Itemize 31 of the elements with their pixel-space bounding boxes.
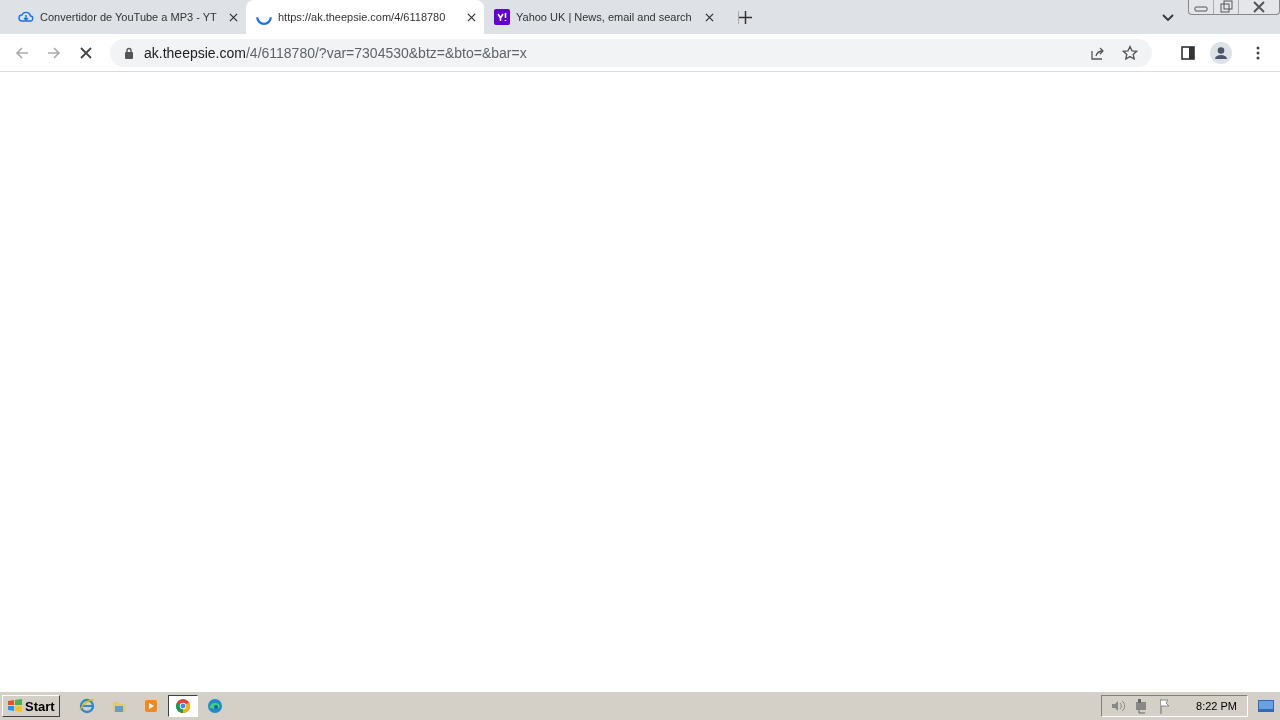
- close-icon[interactable]: [229, 12, 238, 22]
- lock-icon: [124, 46, 134, 59]
- star-icon[interactable]: [1122, 44, 1138, 61]
- address-bar[interactable]: ak.theepsie.com/4/6118780/?var=7304530&btz=&bto=&bar=x: [110, 38, 1152, 67]
- yahoo-logo-icon: [494, 9, 510, 25]
- loading-spinner-icon: [256, 15, 272, 25]
- url-text: ak.theepsie.com/4/6118780/?var=7304530&btz=&bto=&bar=x: [144, 44, 527, 61]
- clock-text: 8:22 PM: [1196, 700, 1237, 712]
- browser-tab[interactable]: Yahoo UK | News, email and search: [484, 0, 722, 34]
- windows-logo-icon: [7, 698, 23, 714]
- chevron-down-icon[interactable]: [1162, 14, 1174, 22]
- menu-icon[interactable]: [1256, 44, 1260, 61]
- side-panel-icon[interactable]: [1180, 44, 1196, 61]
- close-icon[interactable]: [467, 12, 476, 22]
- cloud-download-icon: [18, 9, 34, 25]
- tab-title: Yahoo UK | News, email and search: [516, 11, 693, 23]
- taskbar-app[interactable]: [167, 695, 198, 717]
- new-tab-icon[interactable]: [738, 11, 752, 24]
- stop-icon[interactable]: [78, 44, 94, 61]
- tab-title: Convertidor de YouTube a MP3 - YT: [40, 11, 218, 23]
- browser-tab[interactable]: Convertidor de YouTube a MP3 - YT: [8, 0, 246, 34]
- edge-icon: [206, 698, 223, 714]
- start-button[interactable]: Start: [2, 695, 60, 717]
- profile-icon[interactable]: [1210, 41, 1232, 64]
- browser-tab[interactable]: https://ak.theepsie.com/4/6118780: [246, 0, 484, 34]
- media-player-icon: [142, 698, 159, 714]
- show-desktop-icon[interactable]: [1258, 699, 1274, 713]
- internet-explorer-icon: [78, 698, 95, 714]
- chrome-icon: [174, 698, 191, 714]
- tab-title: https://ak.theepsie.com/4/6118780: [278, 11, 447, 23]
- close-icon[interactable]: [705, 12, 714, 22]
